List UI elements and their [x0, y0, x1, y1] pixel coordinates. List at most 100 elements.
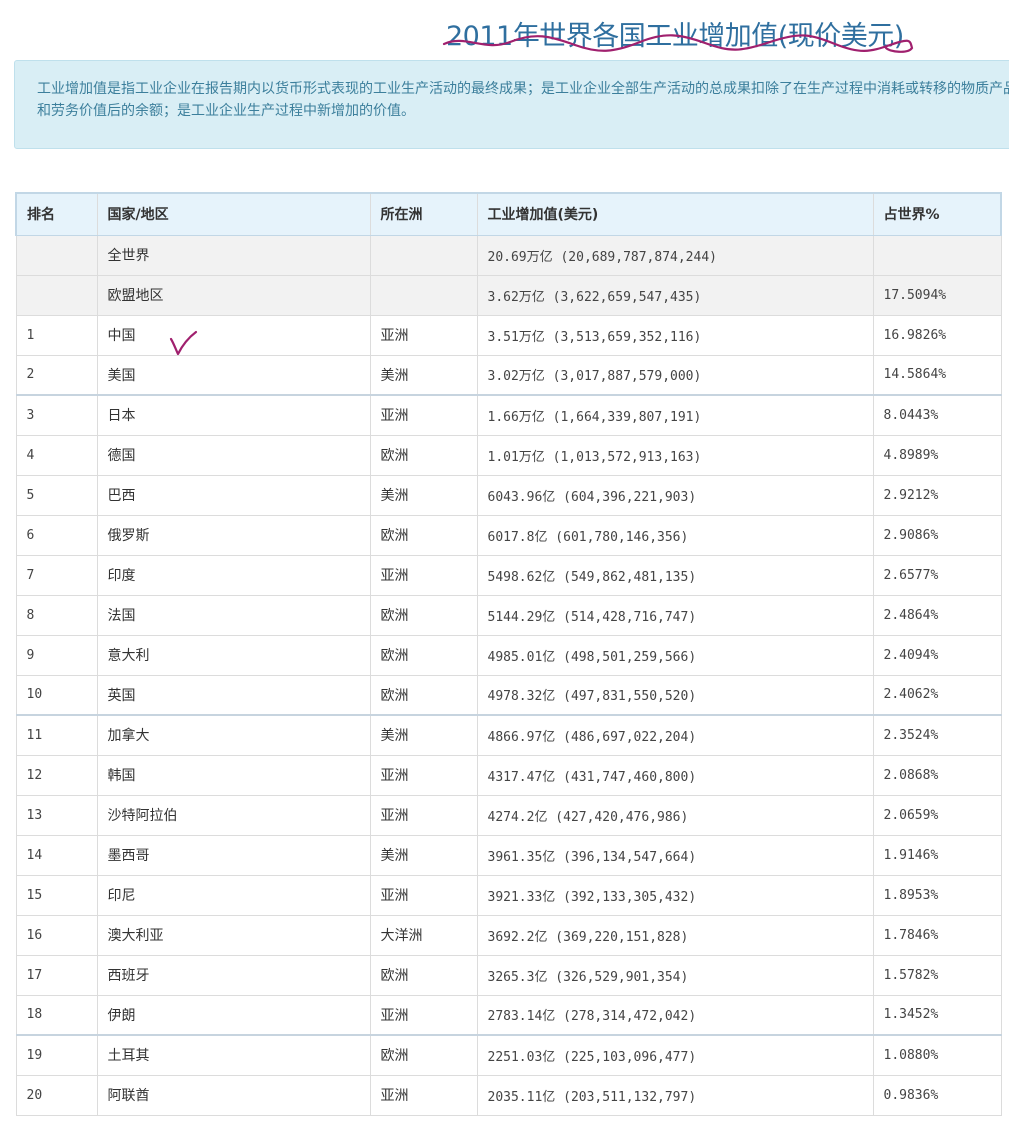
share-cell: 8.0443% [872, 394, 1002, 436]
value-cell: 4985.01亿 (498,501,259,566) [476, 634, 874, 676]
rank-cell: 3 [15, 394, 98, 436]
table-row: 12 韩国 亚洲 4317.47亿 (431,747,460,800) 2.0868% [15, 754, 1002, 796]
header-value[interactable]: 工业增加值(美元) [476, 192, 874, 236]
value-cell: 2783.14亿 (278,314,472,042) [476, 994, 874, 1036]
share-cell: 2.4062% [872, 674, 1002, 716]
share-cell: 1.0880% [872, 1034, 1002, 1076]
country-cell: 澳大利亚 [96, 914, 371, 956]
value-cell: 1.66万亿 (1,664,339,807,191) [476, 394, 874, 436]
rank-cell: 18 [15, 994, 98, 1036]
table-row: 7 印度 亚洲 5498.62亿 (549,862,481,135) 2.6577% [15, 554, 1002, 596]
rank-cell: 5 [15, 474, 98, 516]
share-cell: 1.7846% [872, 914, 1002, 956]
share-cell: 2.4094% [872, 634, 1002, 676]
share-cell: 4.8989% [872, 434, 1002, 476]
description-box: 工业增加值是指工业企业在报告期内以货币形式表现的工业生产活动的最终成果；是工业企… [14, 60, 1009, 149]
share-cell: 1.3452% [872, 994, 1002, 1036]
value-cell: 4866.97亿 (486,697,022,204) [476, 714, 874, 756]
rank-cell: 11 [15, 714, 98, 756]
rank-cell: 7 [15, 554, 98, 596]
table-row: 9 意大利 欧洲 4985.01亿 (498,501,259,566) 2.4094% [15, 634, 1002, 676]
country-cell: 俄罗斯 [96, 514, 371, 556]
rank-cell: 17 [15, 954, 98, 996]
rank-cell: 4 [15, 434, 98, 476]
table-row: 6 俄罗斯 欧洲 6017.8亿 (601,780,146,356) 2.9086% [15, 514, 1002, 556]
continent-cell: 欧洲 [369, 434, 478, 476]
rank-cell: 1 [15, 314, 98, 356]
header-country[interactable]: 国家/地区 [96, 192, 371, 236]
underline-stroke [442, 34, 914, 53]
rank-cell: 6 [15, 514, 98, 556]
share-cell: 2.6577% [872, 554, 1002, 596]
table-row: 17 西班牙 欧洲 3265.3亿 (326,529,901,354) 1.5782% [15, 954, 1002, 996]
country-cell: 沙特阿拉伯 [96, 794, 371, 836]
continent-cell [369, 274, 478, 316]
value-cell: 1.01万亿 (1,013,572,913,163) [476, 434, 874, 476]
rank-cell: 20 [15, 1074, 98, 1116]
rank-cell: 9 [15, 634, 98, 676]
share-cell: 1.9146% [872, 834, 1002, 876]
continent-cell: 欧洲 [369, 1034, 478, 1076]
value-cell: 4317.47亿 (431,747,460,800) [476, 754, 874, 796]
table-row: 2 美国 美洲 3.02万亿 (3,017,887,579,000) 14.5864% [15, 354, 1002, 396]
country-cell: 墨西哥 [96, 834, 371, 876]
value-cell: 4978.32亿 (497,831,550,520) [476, 674, 874, 716]
country-cell: 法国 [96, 594, 371, 636]
share-cell: 2.9212% [872, 474, 1002, 516]
country-cell: 印尼 [96, 874, 371, 916]
table-row: 14 墨西哥 美洲 3961.35亿 (396,134,547,664) 1.9146% [15, 834, 1002, 876]
rank-cell: 15 [15, 874, 98, 916]
rank-cell: 12 [15, 754, 98, 796]
share-cell: 16.9826% [872, 314, 1002, 356]
value-cell: 2035.11亿 (203,511,132,797) [476, 1074, 874, 1116]
table-row: 18 伊朗 亚洲 2783.14亿 (278,314,472,042) 1.3452% [15, 994, 1002, 1036]
table-row: 3 日本 亚洲 1.66万亿 (1,664,339,807,191) 8.0443% [15, 394, 1002, 436]
country-cell: 美国 [96, 354, 371, 396]
continent-cell: 亚洲 [369, 874, 478, 916]
table-body: 全世界 20.69万亿 (20,689,787,874,244) 欧盟地区 3.62万… [15, 234, 1002, 1116]
continent-cell: 美洲 [369, 714, 478, 756]
continent-cell: 欧洲 [369, 514, 478, 556]
table-row: 11 加拿大 美洲 4866.97亿 (486,697,022,204) 2.3524% [15, 714, 1002, 756]
share-cell: 2.0659% [872, 794, 1002, 836]
value-cell: 3961.35亿 (396,134,547,664) [476, 834, 874, 876]
rank-cell: 19 [15, 1034, 98, 1076]
value-cell: 3265.3亿 (326,529,901,354) [476, 954, 874, 996]
table-row: 10 英国 欧洲 4978.32亿 (497,831,550,520) 2.4062% [15, 674, 1002, 716]
continent-cell [369, 234, 478, 276]
country-cell: 阿联酋 [96, 1074, 371, 1116]
share-cell: 2.0868% [872, 754, 1002, 796]
table-row: 15 印尼 亚洲 3921.33亿 (392,133,305,432) 1.8953% [15, 874, 1002, 916]
share-cell: 2.4864% [872, 594, 1002, 636]
continent-cell: 美洲 [369, 474, 478, 516]
continent-cell: 亚洲 [369, 394, 478, 436]
country-cell: 伊朗 [96, 994, 371, 1036]
rank-cell: 13 [15, 794, 98, 836]
table-row: 13 沙特阿拉伯 亚洲 4274.2亿 (427,420,476,986) 2.0659… [15, 794, 1002, 836]
table-row: 20 阿联酋 亚洲 2035.11亿 (203,511,132,797) 0.9836% [15, 1074, 1002, 1116]
country-cell: 土耳其 [96, 1034, 371, 1076]
value-cell: 5498.62亿 (549,862,481,135) [476, 554, 874, 596]
country-cell: 印度 [96, 554, 371, 596]
table-row: 16 澳大利亚 大洋洲 3692.2亿 (369,220,151,828) 1.7846… [15, 914, 1002, 956]
header-share[interactable]: 占世界% [872, 192, 1002, 236]
value-cell: 3.62万亿 (3,622,659,547,435) [476, 274, 874, 316]
rank-cell: 10 [15, 674, 98, 716]
description-text: 工业增加值是指工业企业在报告期内以货币形式表现的工业生产活动的最终成果；是工业企… [37, 81, 1009, 119]
table-header-row: 排名 国家/地区 所在洲 工业增加值(美元) 占世界% [15, 192, 1002, 236]
value-cell: 6043.96亿 (604,396,221,903) [476, 474, 874, 516]
summary-row: 全世界 20.69万亿 (20,689,787,874,244) [15, 234, 1002, 276]
continent-cell: 欧洲 [369, 634, 478, 676]
share-cell: 1.8953% [872, 874, 1002, 916]
country-cell: 韩国 [96, 754, 371, 796]
country-cell: 中国 [96, 314, 371, 356]
handwritten-underline [442, 34, 914, 53]
value-cell: 20.69万亿 (20,689,787,874,244) [476, 234, 874, 276]
rank-cell: 8 [15, 594, 98, 636]
header-rank[interactable]: 排名 [15, 192, 98, 236]
continent-cell: 美洲 [369, 834, 478, 876]
continent-cell: 亚洲 [369, 1074, 478, 1116]
header-continent[interactable]: 所在洲 [369, 192, 478, 236]
value-cell: 3921.33亿 (392,133,305,432) [476, 874, 874, 916]
value-cell: 3.51万亿 (3,513,659,352,116) [476, 314, 874, 356]
